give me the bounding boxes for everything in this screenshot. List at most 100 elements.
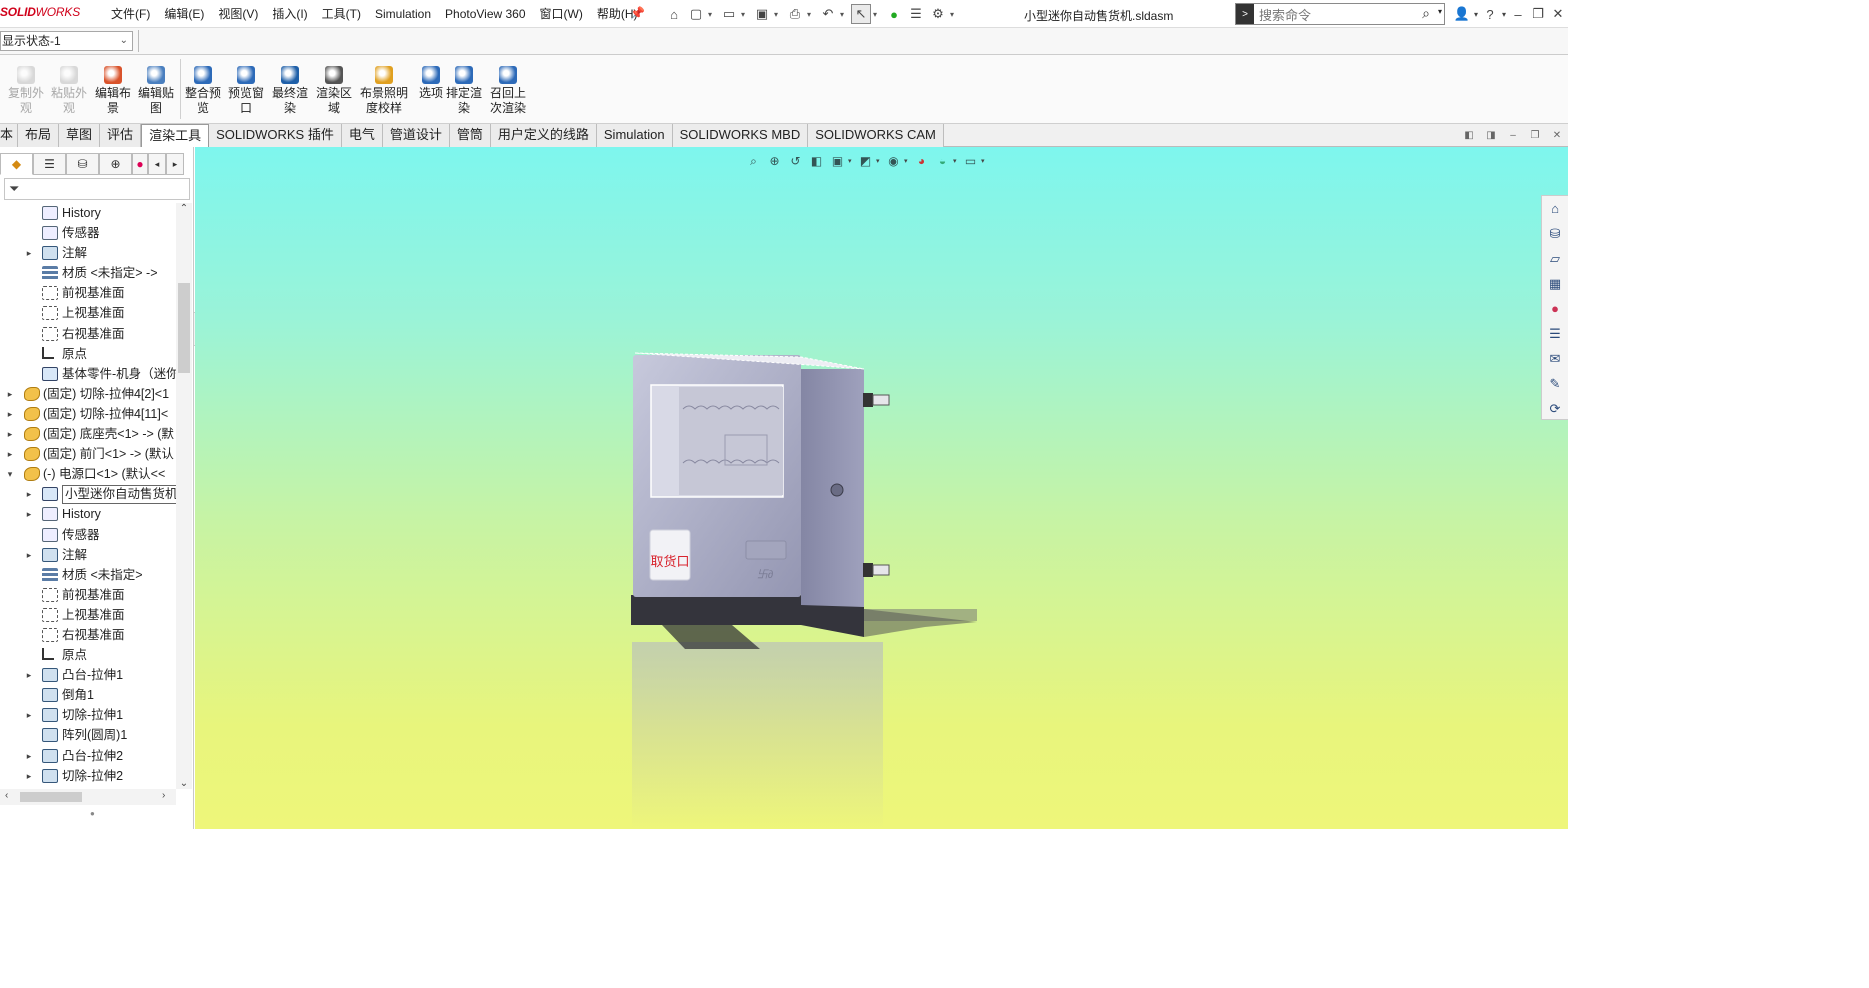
traffic-light-icon[interactable]: ● — [884, 4, 904, 24]
ribbon-button[interactable]: 复制外观 — [5, 63, 47, 121]
3d-experience-icon[interactable]: ⟳ — [1542, 396, 1568, 421]
tree-horizontal-scrollbar[interactable]: ‹ › — [0, 789, 176, 805]
panel-splitter-grip[interactable]: ● — [90, 809, 95, 818]
view-palette-icon[interactable]: ▦ — [1542, 271, 1568, 296]
save-icon[interactable]: ▣ — [752, 4, 772, 24]
solidworks-logo[interactable]: SOLIDWORKS — [0, 5, 86, 23]
tree-node[interactable]: 材质 <未指定> — [0, 565, 176, 585]
view-orientation-icon[interactable]: ▣ — [827, 154, 848, 168]
close-icon[interactable]: ✕ — [1546, 130, 1568, 141]
expand-arrow-icon[interactable]: ▸ — [5, 424, 15, 444]
pin-icon[interactable]: 📌 — [630, 6, 645, 20]
minimize-icon[interactable]: – — [1508, 7, 1528, 22]
command-tab[interactable]: 本 — [0, 123, 19, 147]
section-view-icon[interactable]: ◧ — [806, 154, 827, 168]
display-state-select[interactable]: 显示状态-1 ⌄ — [0, 31, 133, 51]
tree-node[interactable]: ▸ (固定) 前门<1> -> (默认 — [0, 444, 176, 464]
display-manager-icon[interactable]: ● — [132, 153, 148, 175]
tree-node[interactable]: ▸ (固定) 切除-拉伸4[2]<1 — [0, 384, 176, 404]
zoom-to-fit-icon[interactable]: ⌕ — [743, 154, 764, 169]
tree-node[interactable]: ▸ 注解 — [0, 243, 176, 263]
scroll-down-icon[interactable]: ⌄ — [176, 778, 192, 789]
tree-node[interactable]: History — [0, 203, 176, 223]
tree-node[interactable]: 材质 <未指定> -> — [0, 263, 176, 283]
tree-filter-input[interactable]: ⏷ — [4, 178, 190, 200]
solidworks-add-in-icon[interactable]: ✎ — [1542, 371, 1568, 396]
tree-node[interactable]: ▸ 切除-拉伸2 — [0, 766, 176, 783]
scroll-left-icon[interactable]: ‹ — [5, 790, 8, 801]
ribbon-button[interactable]: 渲染区域 — [313, 63, 355, 121]
tree-node[interactable]: 倒角1 — [0, 685, 176, 705]
undo-icon[interactable]: ↶ — [818, 4, 838, 24]
file-explorer-icon[interactable]: ▱ — [1542, 246, 1568, 271]
help-icon[interactable]: ? — [1480, 7, 1500, 22]
display-style-icon[interactable]: ◩ — [855, 154, 876, 168]
scroll-right-icon[interactable]: › — [162, 790, 165, 801]
design-library-icon[interactable]: ⛁ — [1542, 221, 1568, 246]
apply-scene-icon[interactable]: ◒ — [932, 154, 953, 168]
scroll-right-icon[interactable]: ▸ — [166, 153, 184, 175]
tile-left-icon[interactable]: ◧ — [1458, 130, 1480, 141]
command-tab[interactable]: 电气 — [341, 123, 383, 147]
property-manager-icon[interactable]: ☰ — [33, 153, 66, 175]
expand-arrow-icon[interactable]: ▸ — [24, 504, 34, 524]
tree-node[interactable]: 原点 — [0, 645, 176, 665]
open-icon[interactable]: ▭ — [719, 4, 739, 24]
menu-item[interactable]: 编辑(E) — [157, 0, 211, 28]
command-tab[interactable]: 评估 — [100, 123, 142, 147]
tree-node[interactable]: 上视基准面 — [0, 303, 176, 323]
expand-arrow-icon[interactable]: ▸ — [5, 444, 15, 464]
close-icon[interactable]: ✕ — [1548, 6, 1568, 22]
command-tab[interactable]: SOLIDWORKS 插件 — [209, 123, 342, 147]
search-icon[interactable]: ⌕ — [1422, 5, 1430, 22]
user-icon[interactable]: 👤 — [1452, 6, 1472, 22]
tree-node[interactable]: ▾ (-) 电源口<1> (默认<< — [0, 464, 176, 484]
configuration-manager-icon[interactable]: ⛁ — [66, 153, 99, 175]
tree-node[interactable]: 阵列(圆周)1 — [0, 725, 176, 745]
command-tab[interactable]: 管筒 — [449, 123, 491, 147]
ribbon-button[interactable]: 编辑布景 — [92, 63, 134, 121]
tree-node[interactable]: ▸ (固定) 切除-拉伸4[11]< — [0, 404, 176, 424]
tree-node[interactable]: 前视基准面 — [0, 585, 176, 605]
tree-node[interactable]: 右视基准面 — [0, 625, 176, 645]
tree-node[interactable]: ▸ 注解 — [0, 545, 176, 565]
ribbon-button[interactable]: 最终渲染 — [269, 63, 311, 121]
minimize-icon[interactable]: – — [1502, 130, 1524, 141]
tree-node[interactable]: ▸ 凸台-拉伸2 — [0, 746, 176, 766]
tree-node[interactable]: 基体零件-机身（迷你 — [0, 364, 176, 384]
tree-node[interactable]: ▸ 凸台-拉伸1 — [0, 665, 176, 685]
collapse-arrow-icon[interactable]: ▾ — [5, 464, 15, 484]
command-tab[interactable]: Simulation — [596, 123, 673, 147]
forum-icon[interactable]: ✉ — [1542, 346, 1568, 371]
feature-manager-icon[interactable]: ◆ — [0, 153, 33, 175]
tree-node[interactable]: ▸ 切除-拉伸1 — [0, 705, 176, 725]
gear-icon[interactable]: ⚙ — [928, 4, 948, 24]
scrollbar-thumb[interactable] — [178, 283, 190, 373]
ribbon-button[interactable]: 布景照明度校样 — [358, 63, 410, 121]
menu-item[interactable]: PhotoView 360 — [438, 0, 533, 28]
command-tab[interactable]: 渲染工具 — [141, 123, 210, 147]
tile-right-icon[interactable]: ◨ — [1480, 130, 1502, 141]
ribbon-button[interactable]: 预览窗口 — [225, 63, 267, 121]
menu-item[interactable]: Simulation — [368, 0, 438, 28]
scroll-up-icon[interactable]: ⌃ — [176, 203, 192, 214]
menu-item[interactable]: 工具(T) — [315, 0, 368, 28]
ribbon-button[interactable]: 排定渲染 — [443, 63, 485, 121]
ribbon-button[interactable]: 整合预览 — [182, 63, 224, 121]
expand-arrow-icon[interactable]: ▸ — [24, 705, 34, 725]
search-commands[interactable]: > 搜索命令 ⌕ ▾ — [1235, 3, 1445, 25]
vending-machine-model[interactable]: 取货口 卐∂ — [195, 147, 1568, 829]
restore-icon[interactable]: ❐ — [1524, 130, 1546, 141]
scroll-left-icon[interactable]: ◂ — [148, 153, 166, 175]
tree-node[interactable]: 前视基准面 — [0, 283, 176, 303]
zoom-area-icon[interactable]: ⊕ — [764, 154, 785, 168]
tree-node[interactable]: ▸ (固定) 底座壳<1> -> (默 — [0, 424, 176, 444]
menu-item[interactable]: 视图(V) — [211, 0, 265, 28]
tree-vertical-scrollbar[interactable]: ⌃ ⌄ — [176, 203, 192, 789]
search-input[interactable]: 搜索命令 — [1259, 5, 1311, 24]
menu-item[interactable]: 插入(I) — [265, 0, 314, 28]
expand-arrow-icon[interactable]: ▸ — [24, 665, 34, 685]
scrollbar-thumb[interactable] — [20, 792, 82, 802]
dimxpert-icon[interactable]: ⊕ — [99, 153, 132, 175]
select-icon[interactable]: ↖ — [851, 4, 871, 24]
